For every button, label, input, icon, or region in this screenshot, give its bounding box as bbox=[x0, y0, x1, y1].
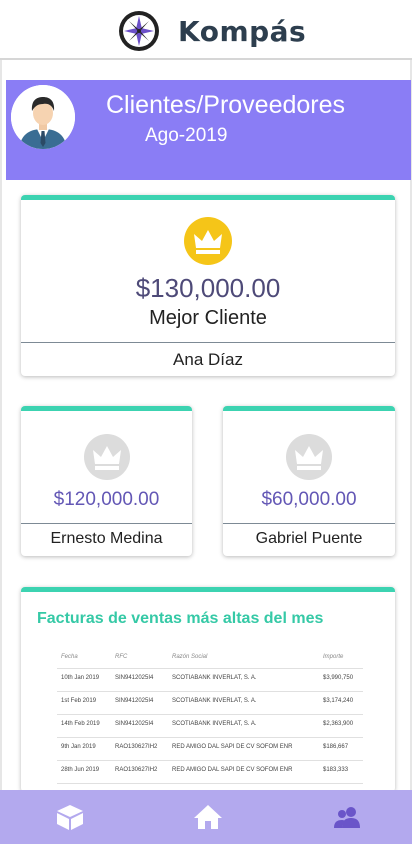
second-client-name: Ernesto Medina bbox=[50, 530, 163, 547]
crown-icon bbox=[286, 434, 332, 480]
second-client-amount: $120,000.00 bbox=[53, 489, 160, 510]
column-header: Fecha bbox=[61, 654, 78, 660]
divider bbox=[21, 342, 395, 343]
crown-icon bbox=[184, 217, 232, 265]
cell-razon: SCOTIABANK INVERLAT, S. A. bbox=[172, 721, 257, 727]
third-client-amount: $60,000.00 bbox=[261, 489, 357, 510]
cell-rfc: RAO130627IH2 bbox=[115, 767, 158, 773]
cell-importe: $2,363,900 bbox=[323, 721, 354, 727]
avatar[interactable] bbox=[11, 85, 75, 149]
crown-icon bbox=[84, 434, 130, 480]
cell-rfc: SIN9412025I4 bbox=[115, 721, 154, 727]
cell-importe: $3,174,240 bbox=[323, 698, 354, 704]
cell-rfc: RAO130627IH2 bbox=[115, 744, 158, 750]
profile-banner: Clientes/Proveedores Ago-2019 bbox=[6, 80, 411, 180]
home-icon bbox=[194, 805, 222, 829]
brand: Kompás bbox=[118, 10, 306, 52]
compass-icon bbox=[119, 11, 159, 51]
app-title: Kompás bbox=[178, 14, 307, 48]
cell-fecha: 10th Jan 2019 bbox=[61, 675, 100, 681]
cube-icon bbox=[57, 805, 83, 830]
cell-importe: $3,990,750 bbox=[323, 675, 354, 681]
table-row[interactable]: 10th Jan 2019 SIN9412025I4 SCOTIABANK IN… bbox=[57, 669, 363, 692]
column-header: RFC bbox=[115, 654, 128, 660]
businessman-avatar-icon bbox=[11, 85, 75, 149]
period-label: Ago-2019 bbox=[145, 125, 228, 146]
table-row[interactable]: 28th Jun 2019 RAO130627IH2 RED AMIGO DAL… bbox=[57, 761, 363, 784]
nav-clients-button[interactable] bbox=[332, 803, 362, 831]
best-client-name: Ana Díaz bbox=[173, 350, 243, 369]
app-header: Kompás bbox=[0, 0, 412, 60]
table-row[interactable]: 1st Feb 2019 SIN9412025I4 SCOTIABANK INV… bbox=[57, 692, 363, 715]
cell-razon: SCOTIABANK INVERLAT, S. A. bbox=[172, 698, 257, 704]
cell-importe: $183,333 bbox=[323, 767, 349, 773]
cell-importe: $186,667 bbox=[323, 744, 349, 750]
table-row[interactable]: 9th Jan 2019 RAO130627IH2 RED AMIGO DAL … bbox=[57, 738, 363, 761]
divider bbox=[223, 523, 395, 524]
cell-razon: RED AMIGO DAL SAPI DE CV SOFOM ENR bbox=[172, 744, 293, 750]
left-border bbox=[0, 60, 2, 790]
divider bbox=[21, 523, 192, 524]
cell-fecha: 9th Jan 2019 bbox=[61, 744, 96, 750]
best-client-card[interactable]: $130,000.00 Mejor Cliente Ana Díaz bbox=[21, 195, 395, 376]
cell-fecha: 1st Feb 2019 bbox=[61, 698, 97, 704]
column-header: Importe bbox=[323, 654, 344, 660]
invoices-table: Fecha RFC Razón Social Importe 10th Jan … bbox=[57, 652, 363, 784]
cell-razon: SCOTIABANK INVERLAT, S. A. bbox=[172, 675, 257, 681]
best-client-caption: Mejor Cliente bbox=[149, 307, 267, 329]
best-client-amount: $130,000.00 bbox=[135, 273, 281, 303]
bottom-nav bbox=[0, 790, 412, 844]
third-client-name: Gabriel Puente bbox=[255, 530, 363, 547]
cell-rfc: SIN9412025I4 bbox=[115, 675, 154, 681]
invoices-title: Facturas de ventas más altas del mes bbox=[37, 610, 324, 627]
second-client-card[interactable]: $120,000.00 Ernesto Medina bbox=[21, 406, 192, 556]
cell-razon: RED AMIGO DAL SAPI DE CV SOFOM ENR bbox=[172, 767, 293, 773]
top-invoices-card: Facturas de ventas más altas del mes Fec… bbox=[21, 587, 395, 792]
third-client-card[interactable]: $60,000.00 Gabriel Puente bbox=[223, 406, 395, 556]
column-header: Razón Social bbox=[172, 654, 208, 660]
table-row[interactable]: 14th Feb 2019 SIN9412025I4 SCOTIABANK IN… bbox=[57, 715, 363, 738]
users-icon bbox=[334, 807, 360, 828]
nav-products-button[interactable] bbox=[55, 803, 85, 831]
cell-fecha: 14th Feb 2019 bbox=[61, 721, 100, 727]
table-header: Fecha RFC Razón Social Importe bbox=[57, 652, 363, 669]
nav-home-button[interactable] bbox=[193, 803, 223, 831]
cell-fecha: 28th Jun 2019 bbox=[61, 767, 100, 773]
cell-rfc: SIN9412025I4 bbox=[115, 698, 154, 704]
profile-title: Clientes/Proveedores bbox=[106, 91, 346, 119]
